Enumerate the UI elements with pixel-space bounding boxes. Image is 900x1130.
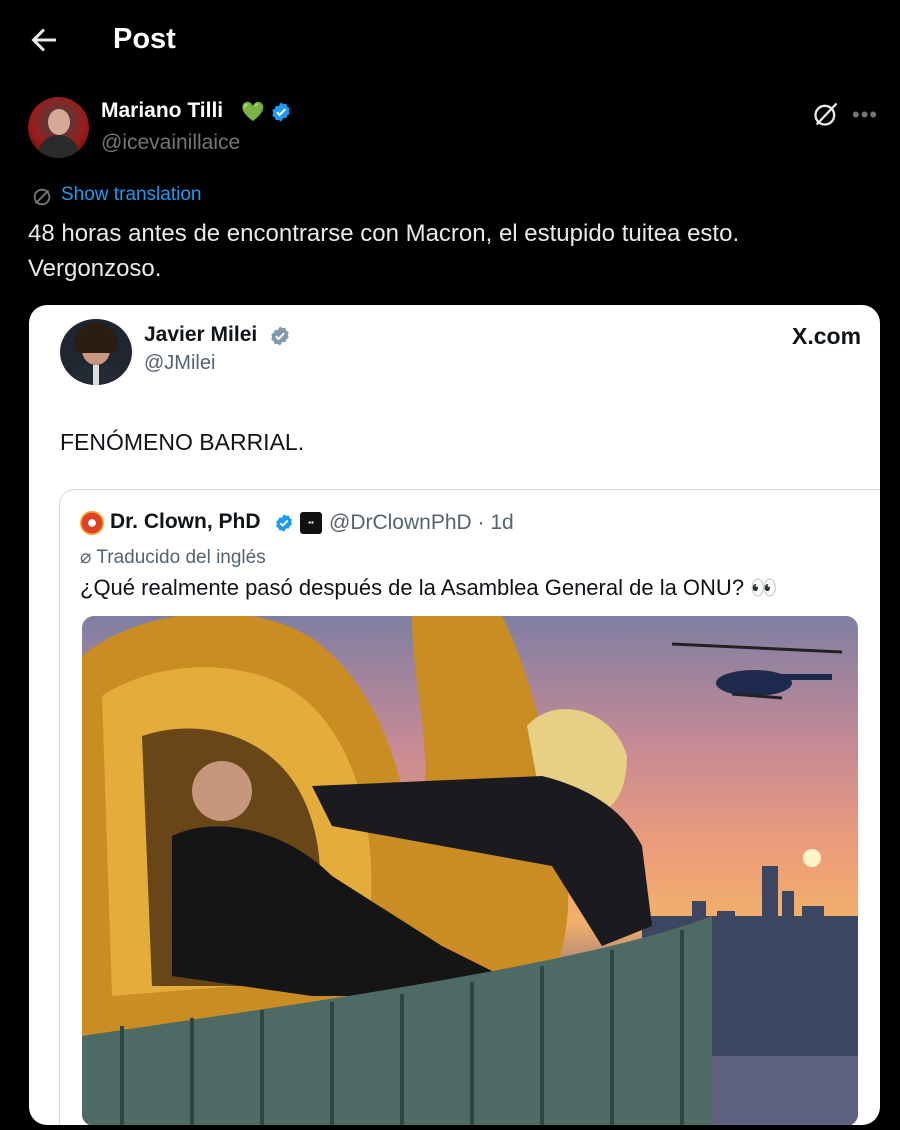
quote-translated-text: Traducido del inglés <box>96 547 266 568</box>
affiliate-label-icon: ▪▪ <box>300 512 322 534</box>
embedded-post-card[interactable]: Javier Milei @JMilei X.com FENÓMENO BARR… <box>29 305 880 1125</box>
author-avatar[interactable] <box>28 97 89 158</box>
translate-icon <box>33 188 51 206</box>
quote-author-name: Dr. Clown, PhD <box>110 510 261 533</box>
quoted-post-card: Dr. Clown, PhD ▪▪ @DrClownPhD · 1d ⌀ Tra… <box>59 489 880 1125</box>
embed-author-handle: @JMilei <box>144 352 216 374</box>
verified-gray-badge-icon <box>271 326 289 346</box>
helicopter-graphic <box>671 642 843 700</box>
source-label: X.com <box>792 323 862 349</box>
verified-badge-icon <box>276 514 292 532</box>
quote-image-illustration <box>82 616 858 1125</box>
quote-image <box>82 616 858 1125</box>
embed-avatar <box>60 319 132 385</box>
author-name[interactable]: Mariano Tilli <box>101 99 223 123</box>
translate-icon: ⌀ <box>80 547 97 568</box>
page-title: Post <box>113 23 176 55</box>
post-text: 48 horas antes de encontrarse con Macron… <box>28 216 878 286</box>
grok-icon[interactable] <box>812 100 840 128</box>
show-translation-label: Show translation <box>61 184 202 205</box>
quote-translated-label: ⌀ Traducido del inglés <box>80 546 266 569</box>
back-arrow-icon[interactable] <box>26 22 62 58</box>
top-bar: Post <box>0 0 900 80</box>
embed-post-text: FENÓMENO BARRIAL. <box>60 429 305 455</box>
embed-author-name: Javier Milei <box>144 323 258 346</box>
more-icon[interactable]: ••• <box>852 102 878 128</box>
post-text-line-1: 48 horas antes de encontrarse con Macron… <box>28 220 740 247</box>
post-text-line-2: Vergonzoso. <box>28 255 162 282</box>
author-handle[interactable]: @icevainillaice <box>101 131 240 155</box>
author-name-emoji: 💚 <box>241 102 265 123</box>
quote-avatar <box>80 511 104 535</box>
verified-badge-icon <box>272 102 290 122</box>
quote-text: ¿Qué realmente pasó después de la Asambl… <box>80 575 778 600</box>
quote-author-handle-time: @DrClownPhD · 1d <box>329 511 514 534</box>
